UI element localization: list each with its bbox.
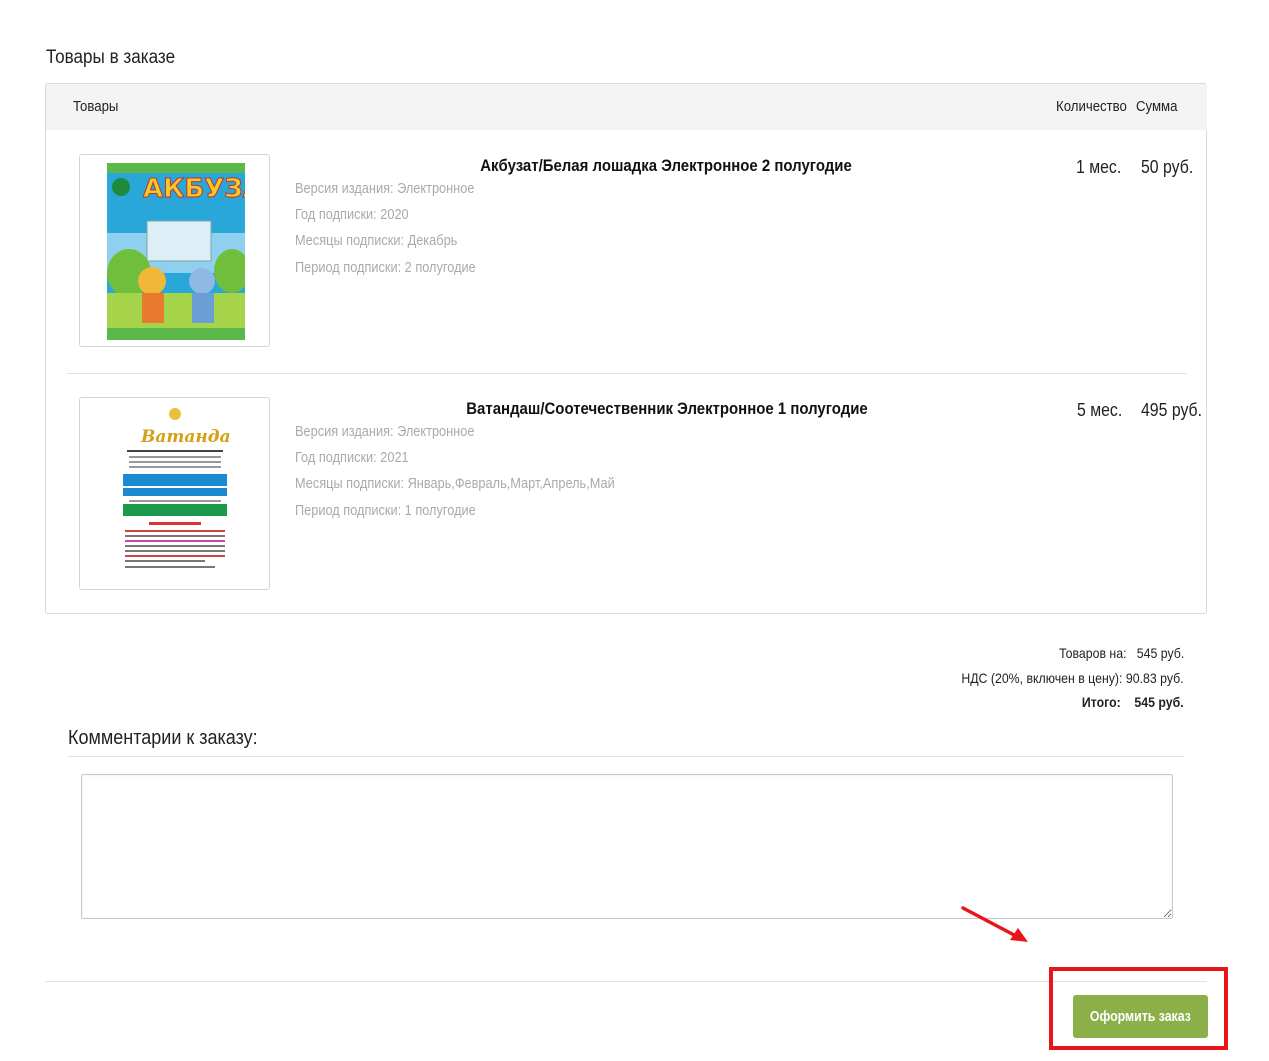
product-prop-year: Год подписки: 2021: [295, 450, 409, 466]
product-prop-months: Месяцы подписки: Декабрь: [295, 233, 458, 249]
product-sum: 50 руб.: [1141, 157, 1194, 177]
product-sum: 495 руб.: [1141, 400, 1203, 420]
product-quantity: 1 мес.: [1076, 157, 1122, 177]
totals-total-value: 545 руб.: [1134, 694, 1184, 710]
svg-text:АКБУЗАТ: АКБУЗАТ: [143, 174, 245, 204]
product-prop-version: Версия издания: Электронное: [295, 424, 475, 440]
product-prop-version: Версия издания: Электронное: [295, 181, 475, 197]
magazine-cover-akbuzat: АКБУЗАТ: [107, 163, 245, 340]
header-sum: Сумма: [1136, 98, 1178, 115]
magazine-cover-vatandash: Ватандаш: [119, 404, 231, 584]
totals-goods: Товаров на: 545 руб.: [1059, 645, 1184, 661]
place-order-button[interactable]: Оформить заказ: [1073, 995, 1208, 1038]
product-thumbnail-vatandash[interactable]: Ватандаш: [79, 397, 270, 590]
totals-total-label: Итого:: [1082, 694, 1122, 710]
table-header: [46, 84, 1207, 130]
comment-textarea[interactable]: [81, 774, 1173, 919]
bottom-divider: [45, 981, 1207, 982]
product-title[interactable]: Акбузат/Белая лошадка Электронное 2 полу…: [480, 156, 852, 176]
product-prop-year: Год подписки: 2020: [295, 207, 409, 223]
product-prop-months: Месяцы подписки: Январь,Февраль,Март,Апр…: [295, 476, 615, 492]
totals-total: Итого: 545 руб.: [1082, 694, 1184, 710]
row-divider: [67, 373, 1187, 374]
arrow-annotation-icon: [961, 906, 1028, 942]
totals-goods-value: 545 руб.: [1136, 645, 1184, 661]
header-quantity: Количество: [1056, 98, 1127, 115]
comment-title: Комментарии к заказу:: [68, 727, 258, 749]
totals-vat: НДС (20%, включен в цену): 90.83 руб.: [962, 670, 1184, 686]
place-order-label: Оформить заказ: [1090, 1008, 1191, 1025]
header-products: Товары: [73, 98, 119, 115]
product-prop-period: Период подписки: 2 полугодие: [295, 260, 476, 276]
svg-text:Ватандаш: Ватандаш: [140, 427, 231, 447]
totals-vat-label: НДС (20%, включен в цену):: [961, 670, 1123, 686]
totals-vat-value: 90.83 руб.: [1126, 670, 1184, 686]
totals-goods-label: Товаров на:: [1058, 645, 1127, 661]
product-title[interactable]: Ватандаш/Соотечественник Электронное 1 п…: [466, 399, 867, 419]
section-title: Товары в заказе: [46, 47, 176, 68]
comment-divider: [68, 756, 1184, 757]
product-thumbnail-akbuzat[interactable]: АКБУЗАТ: [79, 154, 270, 347]
product-prop-period: Период подписки: 1 полугодие: [295, 503, 476, 519]
product-quantity: 5 мес.: [1077, 400, 1123, 420]
